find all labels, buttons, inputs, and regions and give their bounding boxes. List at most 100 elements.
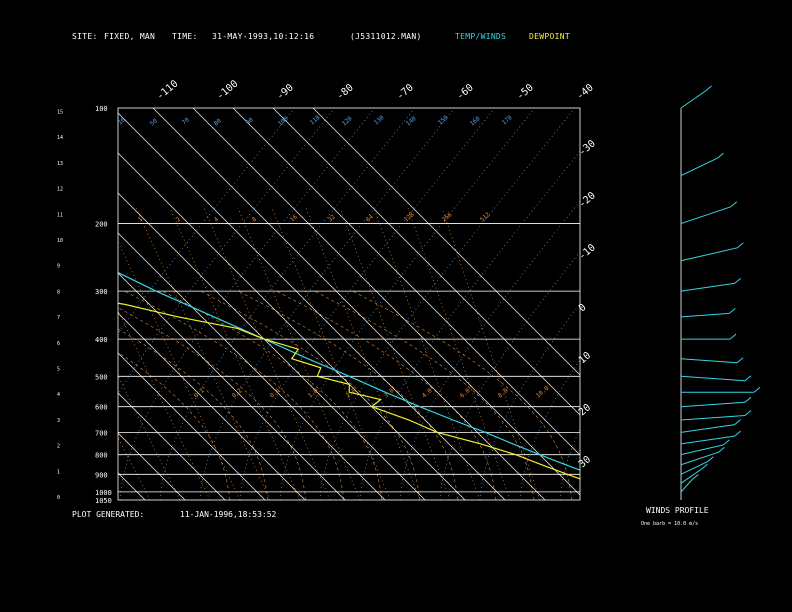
top-temp-label: -50	[515, 82, 536, 102]
pressure-tick-label: 800	[95, 452, 108, 460]
wind-barb-flag	[707, 456, 714, 463]
mixing-ratio-line	[118, 436, 151, 500]
dry-adiabat-line	[399, 200, 580, 500]
height-tick-label: 14	[57, 135, 63, 141]
wind-barb	[680, 451, 719, 466]
mixing-ratio-label: 512	[479, 211, 492, 224]
wind-barb	[680, 375, 746, 382]
isotherm-line	[118, 272, 346, 500]
isotherm-line	[0, 108, 25, 500]
pressure-tick-label: 600	[95, 404, 108, 412]
wind-barb-flag	[701, 463, 708, 470]
height-tick-label: 15	[57, 110, 63, 116]
mixing-ratio-label: 2.0	[345, 387, 358, 400]
plot-area	[0, 108, 792, 500]
height-tick-label: 10	[57, 238, 63, 244]
top-temp-label: -90	[275, 82, 296, 102]
height-tick-label: 3	[57, 418, 60, 424]
height-tick-label: 5	[57, 367, 60, 373]
height-tick-label: 2	[57, 444, 60, 450]
isotherm-line	[0, 108, 65, 500]
mixing-ratio-label: 256	[441, 211, 454, 224]
mixing-ratio-line	[407, 207, 511, 500]
mixing-ratio-label: 2	[175, 216, 183, 224]
wind-barb	[680, 157, 718, 177]
pressure-tick-label: 900	[95, 471, 108, 479]
mixing-ratio-line	[118, 241, 241, 500]
pressure-tick-label: 500	[95, 373, 108, 381]
isotherm-line	[118, 192, 426, 500]
mixing-ratio-label: 16	[289, 213, 299, 223]
wind-barb	[680, 479, 693, 493]
mixing-ratio-label: 128	[403, 211, 416, 224]
height-tick-label: 11	[57, 212, 63, 218]
dry-adiabat-label: 80	[213, 117, 223, 127]
wind-barb	[680, 358, 738, 364]
wind-barb-flag	[736, 357, 744, 364]
wind-barb	[680, 415, 746, 421]
mixing-ratio-label: 0.4	[269, 387, 282, 400]
dry-adiabat-label: 70	[181, 116, 191, 126]
top-temp-label: -70	[395, 82, 416, 102]
top-temp-label: -110	[155, 78, 181, 102]
wind-barb-flag	[744, 375, 752, 382]
pressure-tick-label: 1050	[95, 497, 112, 505]
top-temp-label: -40	[575, 82, 596, 102]
dry-adiabat-line	[600, 108, 792, 500]
dry-adiabat-label: 110	[309, 114, 322, 127]
dry-adiabat-line	[559, 427, 580, 500]
wind-barb	[680, 312, 730, 318]
right-temp-label: 30	[577, 454, 593, 470]
pressure-tick-label: 400	[95, 336, 108, 344]
mixing-ratio-line	[271, 207, 391, 500]
isotherm-line	[192, 108, 580, 496]
mixing-ratio-label: 1.0	[307, 387, 320, 400]
dry-adiabat-label: 130	[373, 114, 386, 127]
wind-barb-flag	[730, 201, 738, 208]
temperature-line	[118, 271, 580, 471]
mixing-ratio-line	[169, 207, 301, 500]
right-temp-label: 10	[577, 350, 593, 366]
mixing-ratio-line	[135, 207, 271, 500]
dry-adiabat-label: 140	[405, 115, 418, 128]
mixing-ratio-line	[237, 207, 361, 500]
isotherm-line	[118, 432, 186, 500]
mixing-ratio-line	[203, 207, 331, 500]
skew-t-chart: 1002003004005006007008009001000105001234…	[0, 78, 792, 505]
mixing-ratio-line	[373, 207, 481, 500]
height-tick-label: 9	[57, 264, 60, 270]
mixing-ratio-line	[118, 310, 211, 500]
mixing-ratio-line	[339, 207, 451, 500]
mixing-ratio-label: 8.0	[497, 387, 510, 400]
mixing-ratio-label: 6.0	[459, 387, 472, 400]
wind-barb-flag	[744, 396, 752, 403]
wind-barb-flag	[734, 430, 741, 437]
mixing-ratio-label: 32	[327, 213, 337, 223]
dewpoint-line	[118, 302, 580, 480]
right-temp-label: 0	[577, 302, 589, 314]
wind-barb-flag	[753, 386, 761, 393]
mixing-ratio-label: 0.1	[193, 387, 206, 400]
mixing-ratio-label: 64	[365, 213, 375, 223]
isotherm-line	[118, 152, 466, 500]
isotherm-line	[118, 112, 506, 500]
mixing-ratio-label: 4	[213, 216, 221, 224]
top-temp-label: -80	[335, 82, 356, 102]
pressure-tick-label: 100	[95, 105, 108, 113]
top-temp-label: -100	[215, 78, 241, 102]
isotherm-line	[118, 312, 306, 500]
dry-adiabat-line	[199, 108, 456, 500]
dry-adiabat-label: 120	[341, 115, 354, 128]
wind-barb-flag	[734, 278, 741, 284]
height-tick-label: 12	[57, 187, 63, 193]
mixing-ratio-label: 10.0	[535, 385, 551, 400]
dry-adiabat-line	[319, 108, 576, 500]
mixing-ratio-label: 8	[251, 216, 259, 224]
dry-adiabat-line	[359, 150, 580, 500]
dry-adiabat-label: 150	[437, 114, 450, 127]
dry-adiabat-label: 100	[277, 115, 290, 128]
height-tick-label: 6	[57, 341, 60, 347]
pressure-tick-label: 700	[95, 429, 108, 437]
pressure-tick-label: 300	[95, 288, 108, 296]
wind-barb-flag	[744, 410, 752, 416]
